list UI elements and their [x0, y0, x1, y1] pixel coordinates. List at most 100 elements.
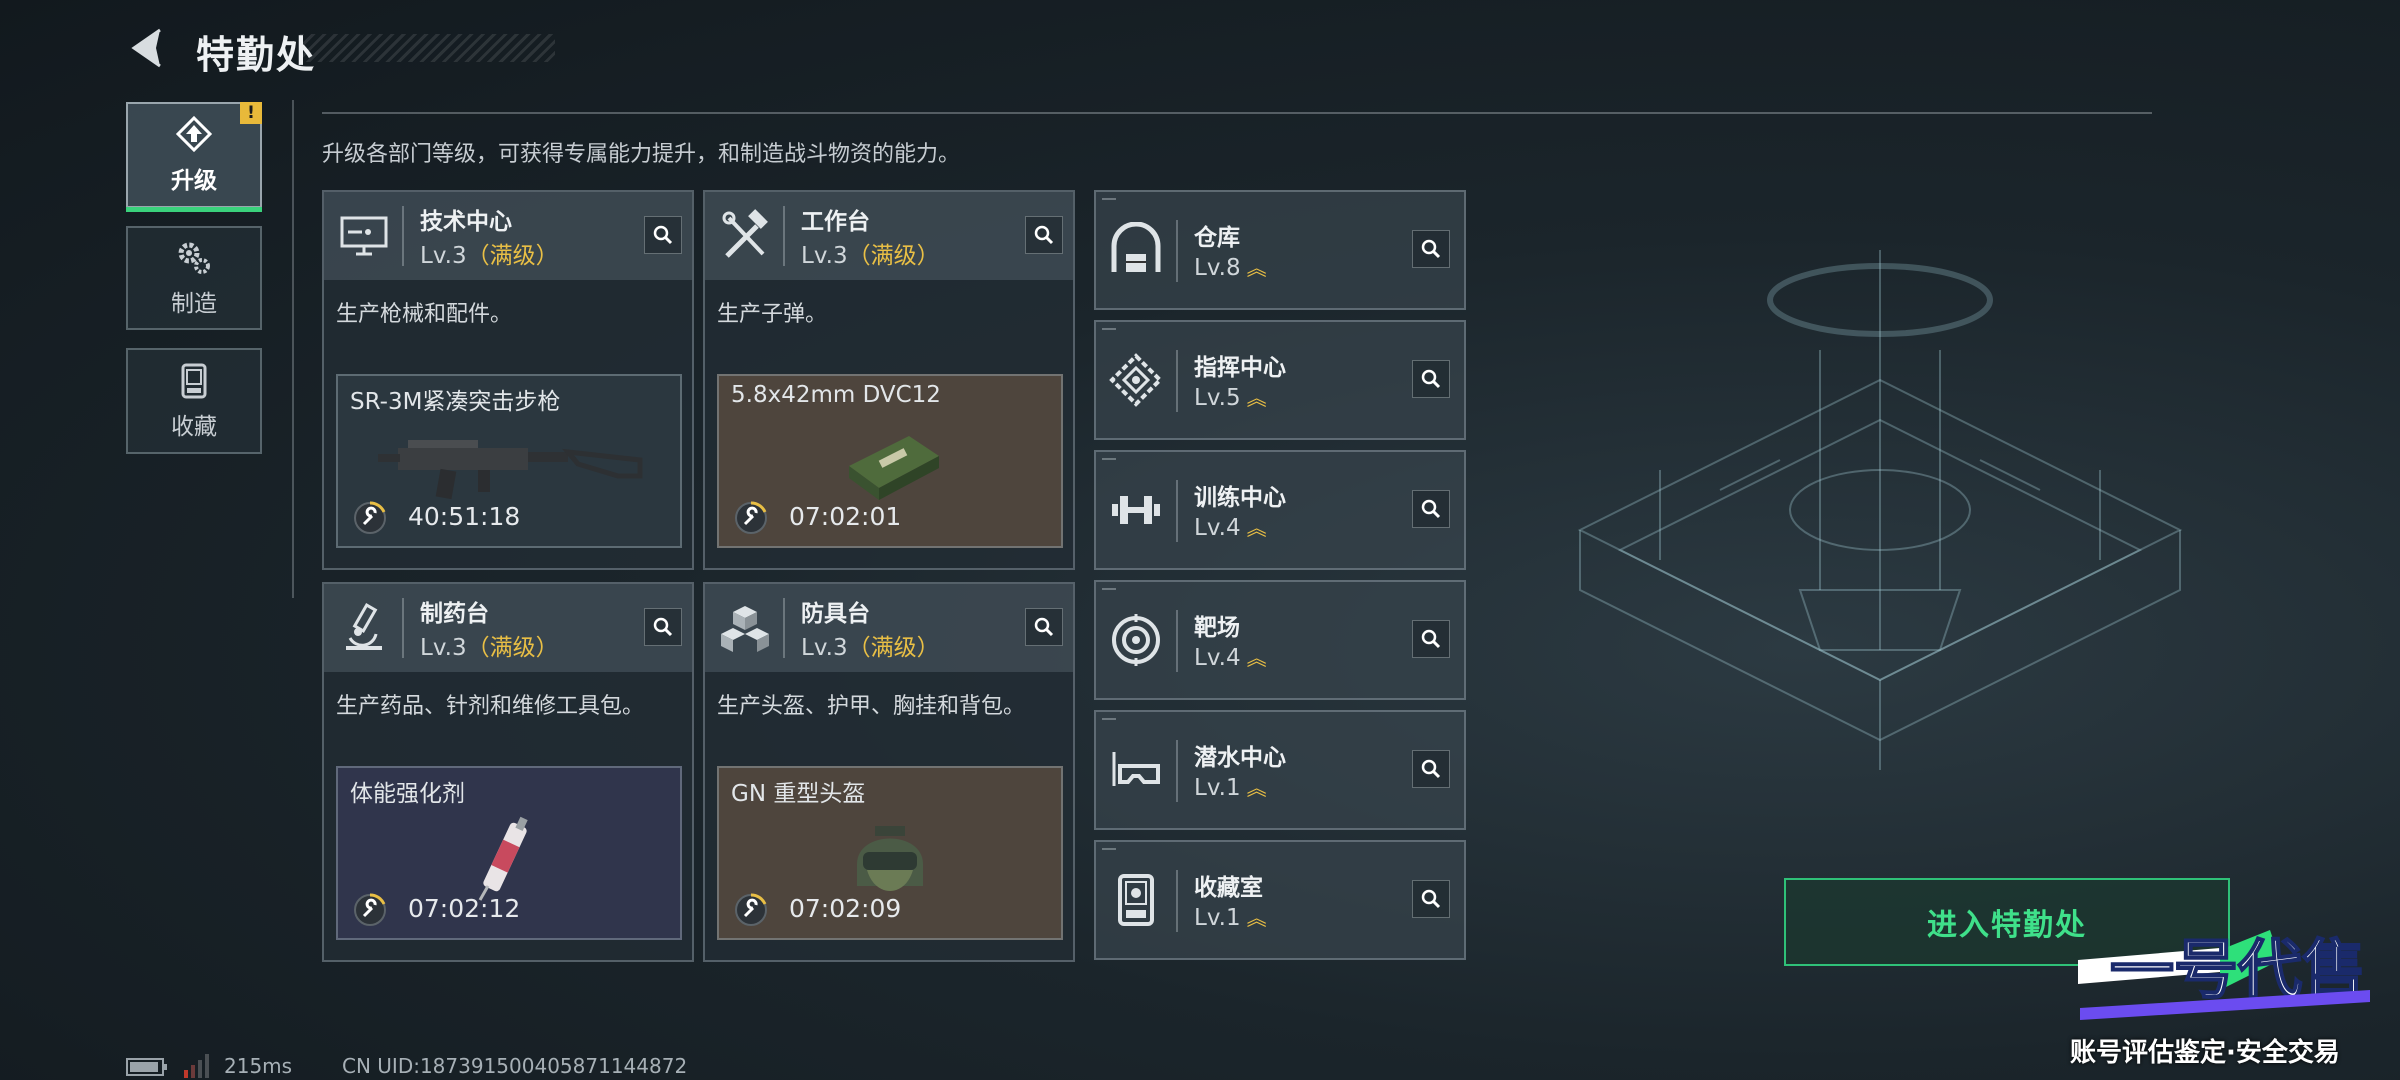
facility-card-warehouse[interactable]: 仓库 Lv.8 ︽ — [1094, 190, 1466, 310]
alert-badge: ! — [240, 102, 262, 124]
search-icon — [1421, 889, 1441, 909]
diving-mask-icon — [1112, 752, 1160, 786]
upgrade-chevron-icon: ︽ — [1246, 906, 1267, 930]
signal-icon — [184, 1054, 209, 1078]
enter-button-label: 进入特勤处 — [1927, 908, 2087, 943]
inspect-button[interactable] — [1412, 880, 1450, 918]
facility-name: 靶场 — [1194, 615, 1240, 641]
facility-level: Lv.1 ︽ — [1194, 775, 1267, 801]
inspect-button[interactable] — [644, 216, 682, 254]
watermark-text: 账号评估鉴定·安全交易 — [2070, 1038, 2340, 1068]
facility-card-training-center[interactable]: 训练中心 Lv.4 ︽ — [1094, 450, 1466, 570]
facility-level: Lv.4 ︽ — [1194, 515, 1267, 541]
facility-card-shooting-range[interactable]: 靶场 Lv.4 ︽ — [1094, 580, 1466, 700]
card-header: 防具台 Lv.3（满级） — [705, 584, 1073, 672]
facility-name: 收藏室 — [1194, 875, 1263, 901]
base-blueprint-illustration — [1577, 250, 2183, 770]
upgrade-chevron-icon: ︽ — [1246, 776, 1267, 800]
computer-icon — [340, 216, 388, 256]
facility-card-tech-center[interactable]: 技术中心 Lv.3（满级） 生产枪械和配件。 SR-3M紧凑突击步枪 40:51… — [322, 190, 694, 570]
facility-level: Lv.3（满级） — [420, 243, 559, 269]
upgrade-icon — [175, 115, 213, 153]
card-header: 制药台 Lv.3（满级） — [324, 584, 692, 672]
nav-collection-label: 收藏 — [171, 414, 217, 440]
page-subtitle: 升级各部门等级，可获得专属能力提升，和制造战斗物资的能力。 — [322, 142, 961, 167]
search-icon — [1034, 225, 1054, 245]
facility-name: 工作台 — [801, 209, 870, 235]
facility-name: 技术中心 — [420, 209, 512, 235]
microscope-icon — [346, 603, 382, 650]
collection-cabinet-icon — [181, 363, 207, 399]
collection-icon — [1118, 874, 1154, 926]
production-timer: 07:02:01 — [789, 502, 902, 531]
facility-name: 指挥中心 — [1194, 355, 1286, 381]
facility-level: Lv.8 ︽ — [1194, 255, 1267, 281]
nav-collection[interactable]: 收藏 — [126, 348, 262, 454]
nav-upgrade-label: 升级 — [171, 168, 217, 194]
inspect-button[interactable] — [1412, 620, 1450, 658]
nav-craft[interactable]: 制造 — [126, 226, 262, 330]
title-decoration — [300, 34, 555, 62]
inspect-button[interactable] — [1412, 490, 1450, 528]
upgrade-chevron-icon: ︽ — [1246, 256, 1267, 280]
facility-card-pharmacy[interactable]: 制药台 Lv.3（满级） 生产药品、针剂和维修工具包。 体能强化剂 07:02:… — [322, 582, 694, 962]
search-icon — [1421, 759, 1441, 779]
card-header: 工作台 Lv.3（满级） — [705, 192, 1073, 280]
command-center-icon — [1109, 353, 1163, 407]
inspect-button[interactable] — [1412, 360, 1450, 398]
upgrade-chevron-icon: ︽ — [1246, 516, 1267, 540]
inspect-button[interactable] — [644, 608, 682, 646]
inspect-button[interactable] — [1025, 216, 1063, 254]
production-slot[interactable]: 体能强化剂 07:02:12 — [336, 766, 682, 940]
production-slot[interactable]: SR-3M紧凑突击步枪 40:51:18 — [336, 374, 682, 548]
facility-level: Lv.4 ︽ — [1194, 645, 1267, 671]
ammo-box-image — [849, 436, 939, 500]
product-name: SR-3M紧凑突击步枪 — [350, 389, 561, 415]
inspect-button[interactable] — [1412, 750, 1450, 788]
facility-level: Lv.3（满级） — [801, 635, 940, 661]
inspect-button[interactable] — [1412, 230, 1450, 268]
search-icon — [1034, 617, 1054, 637]
watermark-logo: 一号代售 — [2078, 930, 2370, 1020]
tools-icon — [722, 209, 768, 258]
facility-name: 仓库 — [1194, 225, 1240, 251]
facility-description: 生产药品、针剂和维修工具包。 — [336, 694, 645, 719]
production-slot[interactable]: 5.8x42mm DVC12 07:02:01 — [717, 374, 1063, 548]
rifle-image — [378, 440, 643, 500]
facility-name: 训练中心 — [1194, 485, 1286, 511]
gears-icon — [178, 242, 210, 274]
production-timer: 07:02:09 — [789, 894, 902, 923]
product-name: 5.8x42mm DVC12 — [731, 382, 941, 408]
facility-description: 生产枪械和配件。 — [336, 302, 513, 327]
target-icon — [1112, 614, 1160, 666]
upgrade-chevron-icon: ︽ — [1246, 386, 1267, 410]
search-icon — [1421, 239, 1441, 259]
page-title: 特勤处 — [196, 33, 317, 77]
facility-card-workbench[interactable]: 工作台 Lv.3（满级） 生产子弹。 5.8x42mm DVC12 07:02:… — [703, 190, 1075, 570]
facility-card-command-center[interactable]: 指挥中心 Lv.5 ︽ — [1094, 320, 1466, 440]
search-icon — [653, 225, 673, 245]
wrench-timer-icon — [354, 893, 386, 926]
facility-name: 防具台 — [801, 601, 870, 627]
facility-description: 生产子弹。 — [717, 302, 828, 327]
search-icon — [1421, 629, 1441, 649]
search-icon — [1421, 499, 1441, 519]
production-timer: 07:02:12 — [408, 894, 521, 923]
facility-card-collection-room[interactable]: 收藏室 Lv.1 ︽ — [1094, 840, 1466, 960]
back-button[interactable] — [126, 26, 170, 70]
search-icon — [1421, 369, 1441, 389]
wrench-timer-icon — [735, 893, 767, 926]
facility-level: Lv.3（满级） — [420, 635, 559, 661]
search-icon — [653, 617, 673, 637]
facility-card-armor-bench[interactable]: 防具台 Lv.3（满级） 生产头盔、护甲、胸挂和背包。 GN 重型头盔 07:0… — [703, 582, 1075, 962]
facility-description: 生产头盔、护甲、胸挂和背包。 — [717, 694, 1026, 719]
ping-value: 215ms — [224, 1054, 293, 1078]
divider — [322, 112, 2152, 114]
nav-upgrade[interactable]: ! 升级 — [126, 102, 262, 212]
facility-name: 潜水中心 — [1194, 745, 1286, 771]
facility-card-diving-center[interactable]: 潜水中心 Lv.1 ︽ — [1094, 710, 1466, 830]
helmet-image — [857, 826, 923, 891]
inspect-button[interactable] — [1025, 608, 1063, 646]
production-slot[interactable]: GN 重型头盔 07:02:09 — [717, 766, 1063, 940]
product-name: 体能强化剂 — [350, 781, 465, 807]
